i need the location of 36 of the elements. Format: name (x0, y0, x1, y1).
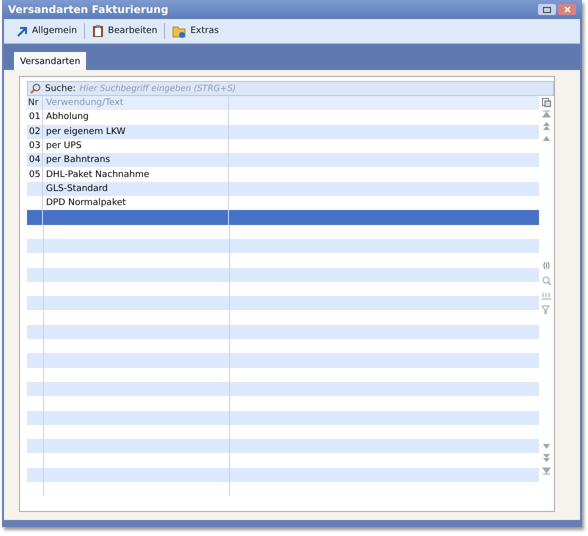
brackets-icon[interactable] (542, 261, 552, 270)
search-field[interactable]: Suche: Hier Suchbegriff eingeben (STRG+S) (27, 81, 554, 96)
table-row[interactable]: GLS-Standard (27, 182, 540, 196)
search-icon (30, 83, 41, 94)
arrow-icon (17, 26, 28, 36)
page-down-icon[interactable] (542, 454, 552, 463)
close-icon (564, 6, 570, 13)
search-icon[interactable] (542, 276, 552, 285)
sort-icon[interactable] (542, 291, 552, 300)
down-icon[interactable] (542, 442, 552, 451)
table-cell: per Bahntrans (43, 153, 229, 168)
close-button[interactable] (558, 4, 576, 15)
copy-icon[interactable] (542, 98, 552, 107)
up-icon[interactable] (542, 134, 552, 143)
search-label: Suche: (45, 84, 76, 94)
search-placeholder: Hier Suchbegriff eingeben (STRG+S) (80, 84, 236, 94)
toolbar-button[interactable]: Bearbeiten (86, 21, 162, 41)
page-up-icon[interactable] (542, 122, 552, 131)
column-header[interactable]: Nr (27, 96, 43, 110)
table-row[interactable]: 04 per Bahntrans (27, 153, 540, 168)
maximize-button[interactable] (538, 4, 556, 15)
maximize-icon (543, 6, 551, 12)
clipboard-icon (92, 24, 104, 38)
window-title: Versandarten Fakturierung (8, 4, 168, 16)
filter-icon[interactable] (542, 305, 552, 314)
table-cell: 02 (27, 124, 43, 139)
table-cell: GLS-Standard (43, 182, 229, 196)
folder-icon (172, 24, 186, 38)
table-row[interactable]: 02 per eigenem LKW (27, 124, 540, 139)
table-cell: 04 (27, 153, 43, 168)
last-icon[interactable] (542, 466, 552, 475)
table-cell: per eigenem LKW (43, 124, 229, 139)
tab[interactable]: Versandarten (14, 52, 86, 70)
first-icon[interactable] (542, 110, 552, 119)
toolbar-button[interactable]: Allgemein (12, 21, 82, 41)
toolbar-button[interactable]: Extras (167, 21, 224, 41)
